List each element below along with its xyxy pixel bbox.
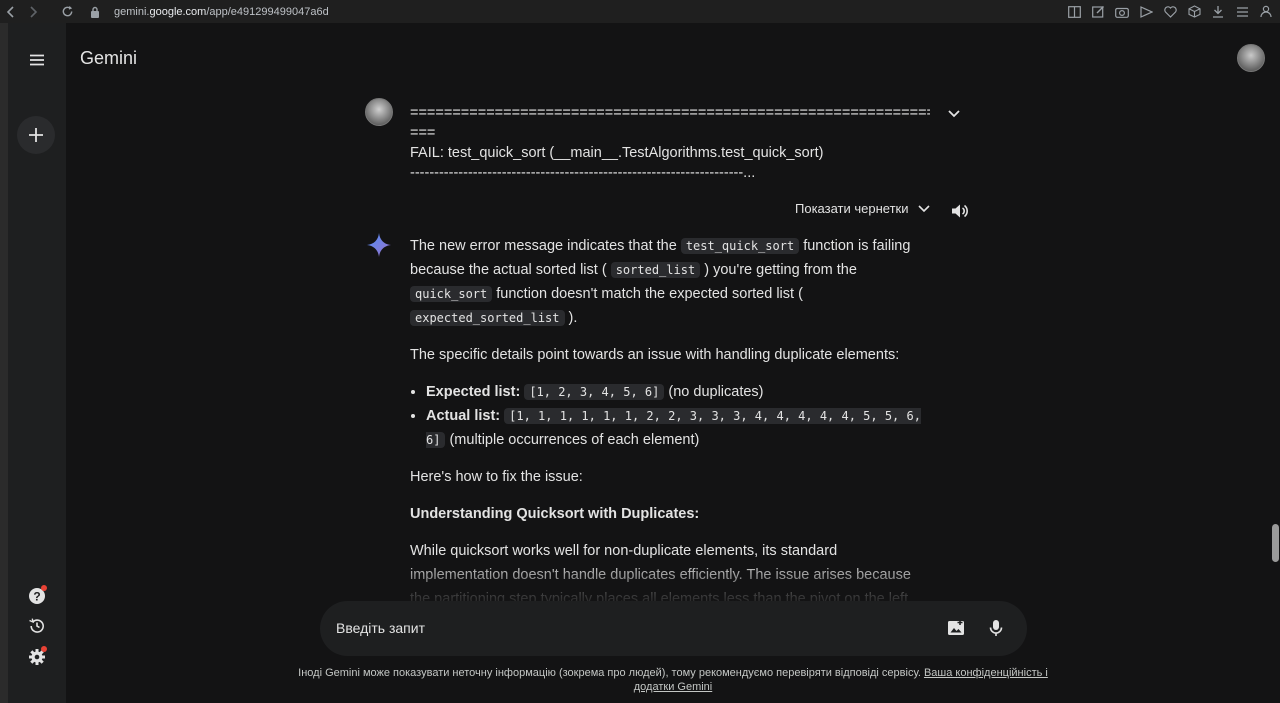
user-message-line: === [410,125,436,141]
prompt-bar [320,601,1027,656]
history-icon[interactable] [25,614,49,638]
user-avatar [365,98,393,126]
reload-icon[interactable] [56,1,78,23]
prompt-input[interactable] [336,618,896,638]
browser-tools [1066,0,1274,23]
speaker-icon [952,204,968,218]
chevron-down-icon [918,204,931,212]
notification-dot [41,646,47,652]
cube-icon[interactable] [1186,4,1202,20]
disclaimer: Іноді Gemini може показувати неточну інф… [290,666,1056,694]
camera-icon[interactable] [1114,4,1130,20]
response-paragraph: Here's how to fix the issue: [410,469,583,485]
account-icon[interactable] [1258,4,1274,20]
back-icon[interactable] [0,1,22,23]
profile-avatar[interactable] [1237,44,1265,72]
send-icon[interactable] [1138,4,1154,20]
gemini-sparkle-icon [367,233,391,257]
disclaimer-text: Іноді Gemini може показувати неточну інф… [298,667,924,679]
forward-icon[interactable] [22,1,44,23]
heading-text: Understanding Quicksort with Duplicates: [410,506,700,522]
heart-icon[interactable] [1162,4,1178,20]
response-text: ) you're getting from the [700,262,857,278]
plus-icon [29,128,43,142]
show-drafts-label: Показати чернетки [795,201,909,216]
scrollbar-thumb[interactable] [1272,524,1279,562]
user-message-line: ========================================… [410,105,930,121]
list-item-note: (no duplicates) [664,384,764,400]
inline-code: expected_sorted_list [410,310,565,326]
reader-icon[interactable] [1066,4,1082,20]
menu-icon[interactable] [20,43,54,77]
sidebar: ? [8,23,66,703]
image-icon [948,620,964,635]
list-item: Actual list: [1, 1, 1, 1, 1, 1, 2, 2, 3,… [426,404,925,452]
svg-text:?: ? [33,590,40,604]
list-item-label: Expected list: [426,384,521,400]
user-message: ========================================… [410,103,930,183]
response-paragraph: The new error message indicates that the… [410,234,925,330]
user-message-line: ----------------------------------------… [410,165,756,181]
response-list: Expected list: [1, 2, 3, 4, 5, 6] (no du… [426,380,925,452]
upload-image-button[interactable] [944,616,968,640]
notification-dot [41,585,47,591]
browser-toolbar: gemini.google.com/app/e491299499047a6d [0,0,1280,23]
lock-icon[interactable] [84,1,106,23]
response-text: ). [564,310,578,326]
response-heading: Understanding Quicksort with Duplicates: [410,502,925,526]
response-paragraph: The specific details point towards an is… [410,347,900,363]
inline-code: test_quick_sort [680,238,800,254]
expand-message-button[interactable] [944,104,964,124]
response-text: function doesn't match the expected sort… [492,286,803,302]
address-bar[interactable]: gemini.google.com/app/e491299499047a6d [114,6,329,18]
url-prefix: gemini. [114,5,150,18]
window-edge [0,23,8,703]
list-item: Expected list: [1, 2, 3, 4, 5, 6] (no du… [426,380,925,404]
response-text: The new error message indicates that the [410,238,681,254]
help-icon[interactable]: ? [25,584,49,608]
list-item-note: (multiple occurrences of each element) [445,432,700,448]
inline-code: [1, 2, 3, 4, 5, 6] [524,384,665,400]
url-host: google.com [149,5,207,18]
new-chat-button[interactable] [17,116,55,154]
chevron-down-icon [948,110,960,118]
inline-code: sorted_list [610,262,701,278]
user-message-line: FAIL: test_quick_sort (__main__.TestAlgo… [410,145,824,161]
edit-icon[interactable] [1090,4,1106,20]
list-item-label: Actual list: [426,408,501,424]
microphone-button[interactable] [984,616,1008,640]
inline-code: quick_sort [410,286,493,302]
speaker-button[interactable] [948,199,972,223]
app-title[interactable]: Gemini [80,48,137,69]
url-path: /app/e491299499047a6d [206,5,329,18]
download-icon[interactable] [1210,4,1226,20]
mic-icon [989,620,1003,636]
show-drafts-button[interactable]: Показати чернетки [795,201,931,216]
menu-lines-icon[interactable] [1234,4,1250,20]
settings-icon[interactable] [25,645,49,669]
